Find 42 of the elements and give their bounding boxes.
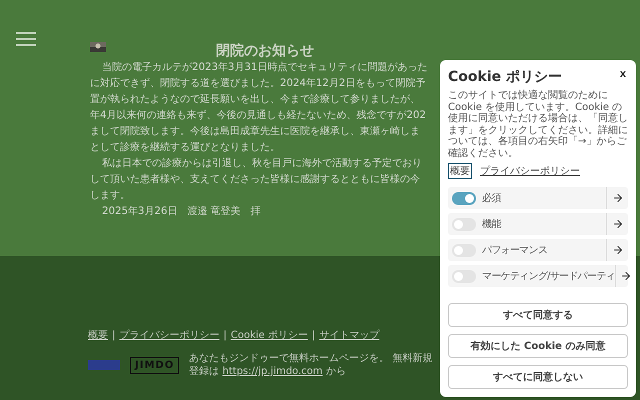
toggle-switch[interactable] — [452, 244, 476, 256]
link-separator: | — [312, 330, 316, 340]
footer-link[interactable]: 概要 — [88, 328, 108, 342]
arrow-right-icon — [612, 218, 624, 230]
close-button[interactable]: x — [618, 68, 628, 80]
notice-text-line: します。 — [90, 189, 130, 203]
notice-title: 閉院のお知らせ — [216, 42, 314, 60]
cookie-tab[interactable]: プライバシーポリシー — [478, 163, 582, 179]
link-separator: | — [112, 330, 116, 340]
arrow-right-icon — [612, 244, 624, 256]
link-separator: | — [223, 330, 227, 340]
notice-text-line: して頂いた患者様や、支えてくださった皆様に感謝するとともに皆様の今 — [90, 172, 420, 187]
footer-link[interactable]: プライバシーポリシー — [119, 328, 220, 342]
notice-text-line: 私は日本での診療からは引退し、秋を目戸に海外で活動する予定でおり — [102, 156, 422, 171]
cookie-title: Cookie ポリシー — [448, 68, 562, 86]
consent-button[interactable]: すべて同意する — [448, 303, 628, 327]
notice-text-line: 年4月以来何の連絡も来ず、今後の見通しも経たないため、残念ですが202 — [90, 108, 426, 123]
notice-text-line: 当院の電子カルテが2023年3月31日時点でセキュリティに問題があった — [102, 60, 428, 75]
notice-text-line: に対応できず、閉院する道を選びました。2024年12月2日をもって閉院予 — [90, 76, 426, 91]
notice-text-line: 置が執られたようなので延長願いを出し、今まで診療して参りましたが、 — [90, 92, 420, 107]
logo-icon — [88, 360, 120, 370]
category-label: パフォーマンス — [482, 244, 548, 257]
toggle-switch[interactable] — [452, 192, 476, 204]
category-label: マーケティング/サードパーティ — [482, 270, 615, 283]
toggle-switch[interactable] — [452, 218, 476, 230]
notice-text-line: 2025年3月26日 渡邉 竜登美 拝 — [102, 204, 261, 219]
menu-icon[interactable] — [16, 32, 36, 46]
consent-button[interactable]: すべてに同意しない — [448, 365, 628, 389]
arrow-right-icon — [620, 270, 632, 282]
category-label: 必須 — [482, 192, 502, 205]
promo-text: あなたもジンドゥーで無料ホームページを。 無料新規登録は https://jp.jimdo.com から — [189, 352, 434, 378]
notice-text-line: まして閉院致します。今後は島田成章先生に医院を継承し、東瀬ヶ崎しま — [90, 124, 420, 139]
promo-link[interactable]: https://jp.jimdo.com — [222, 366, 323, 377]
cookie-tab[interactable]: 概要 — [448, 163, 472, 179]
toggle-switch[interactable] — [452, 270, 476, 282]
category-label: 機能 — [482, 218, 502, 231]
cookie-description: このサイトでは快適な閲覧のために Cookie を使用しています。Cookie の使用に同意いただける場合は、「同意します」をクリックしてください。詳細については、各項目の右矢印「→」からご確認ください。 — [448, 90, 628, 159]
consent-button[interactable]: 有効にした Cookie のみ同意 — [448, 334, 628, 358]
arrow-right-icon — [612, 192, 624, 204]
footer-link[interactable]: サイトマップ — [319, 328, 380, 342]
notice-text-line: として診療を継続する運びとなりました。 — [90, 140, 280, 155]
footer-link[interactable]: Cookie ポリシー — [230, 328, 308, 342]
